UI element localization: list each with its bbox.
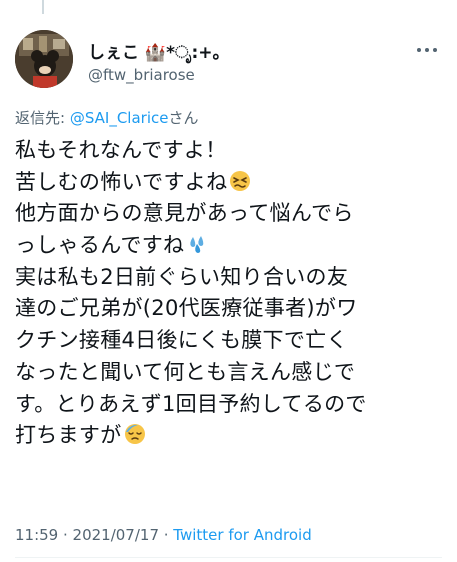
tweet-line: 実は私も2日前ぐらい知り合いの友 [15, 262, 447, 294]
persevering-face-icon [230, 170, 251, 191]
sweat-droplets-icon [190, 236, 204, 254]
reply-mention-link[interactable]: @SAI_Clarice [70, 109, 169, 127]
tweet-body: 私もそれなんですよ！ 苦しむの怖いですよね 他方面からの意見があって悩んでら っ… [15, 135, 447, 452]
more-dot [417, 48, 421, 52]
tweet-line-text: 達のご兄弟が(20代医療従事者)がワ [15, 296, 358, 321]
tweet-meta: 11:59 · 2021/07/17 · Twitter for Android [15, 526, 312, 544]
tweet-line-text: なったと聞いて何とも言えん感じで [15, 359, 356, 384]
downcast-face-with-sweat-icon [124, 424, 145, 445]
tweet-line: っしゃるんですね [15, 230, 447, 262]
tweet-line-text: 苦しむの怖いですよね [15, 169, 228, 194]
tweet-line-text: 他方面からの意見があって悩んでら [15, 201, 354, 226]
tweet-line-text: 私もそれなんですよ！ [15, 138, 227, 162]
avatar-image [15, 30, 73, 88]
author-display-name[interactable]: しぇこ 🏰*ೃ:+。 [88, 38, 230, 63]
tweet-line-text: クチン接種4日後にくも膜下で亡く [15, 328, 348, 353]
tweet-line-text: 打ちますが [15, 423, 122, 448]
divider [15, 557, 442, 558]
reply-prefix: 返信先: [15, 109, 70, 127]
tweet-timestamp[interactable]: 11:59 · 2021/07/17 · [15, 526, 173, 544]
tweet-line: 苦しむの怖いですよね [15, 167, 447, 199]
tweet-line-text: す。とりあえず1回目予約してるので [15, 391, 367, 416]
more-dot [425, 48, 429, 52]
tweet-line: 打ちますが [15, 420, 447, 452]
reply-to-line: 返信先: @SAI_Clariceさん [15, 107, 198, 128]
tweet-line: なったと聞いて何とも言えん感じで [15, 357, 447, 389]
avatar[interactable] [15, 30, 73, 88]
more-dot [433, 48, 437, 52]
tweet-line: 達のご兄弟が(20代医療従事者)がワ [15, 293, 447, 325]
tweet-source-link[interactable]: Twitter for Android [173, 526, 311, 544]
tweet-line-text: っしゃるんですね [15, 233, 185, 258]
reply-suffix: さん [168, 109, 199, 127]
tweet-line-text: 実は私も2日前ぐらい知り合いの友 [15, 264, 349, 289]
tweet-line: 他方面からの意見があって悩んでら [15, 198, 447, 230]
author-handle[interactable]: @ftw_briarose [88, 66, 195, 84]
tweet-line: 私もそれなんですよ！ [15, 135, 447, 167]
tweet-line: す。とりあえず1回目予約してるので [15, 389, 447, 421]
thread-connector-line [42, 0, 44, 14]
tweet-line: クチン接種4日後にくも膜下で亡く [15, 325, 447, 357]
more-options-icon[interactable] [410, 40, 444, 60]
